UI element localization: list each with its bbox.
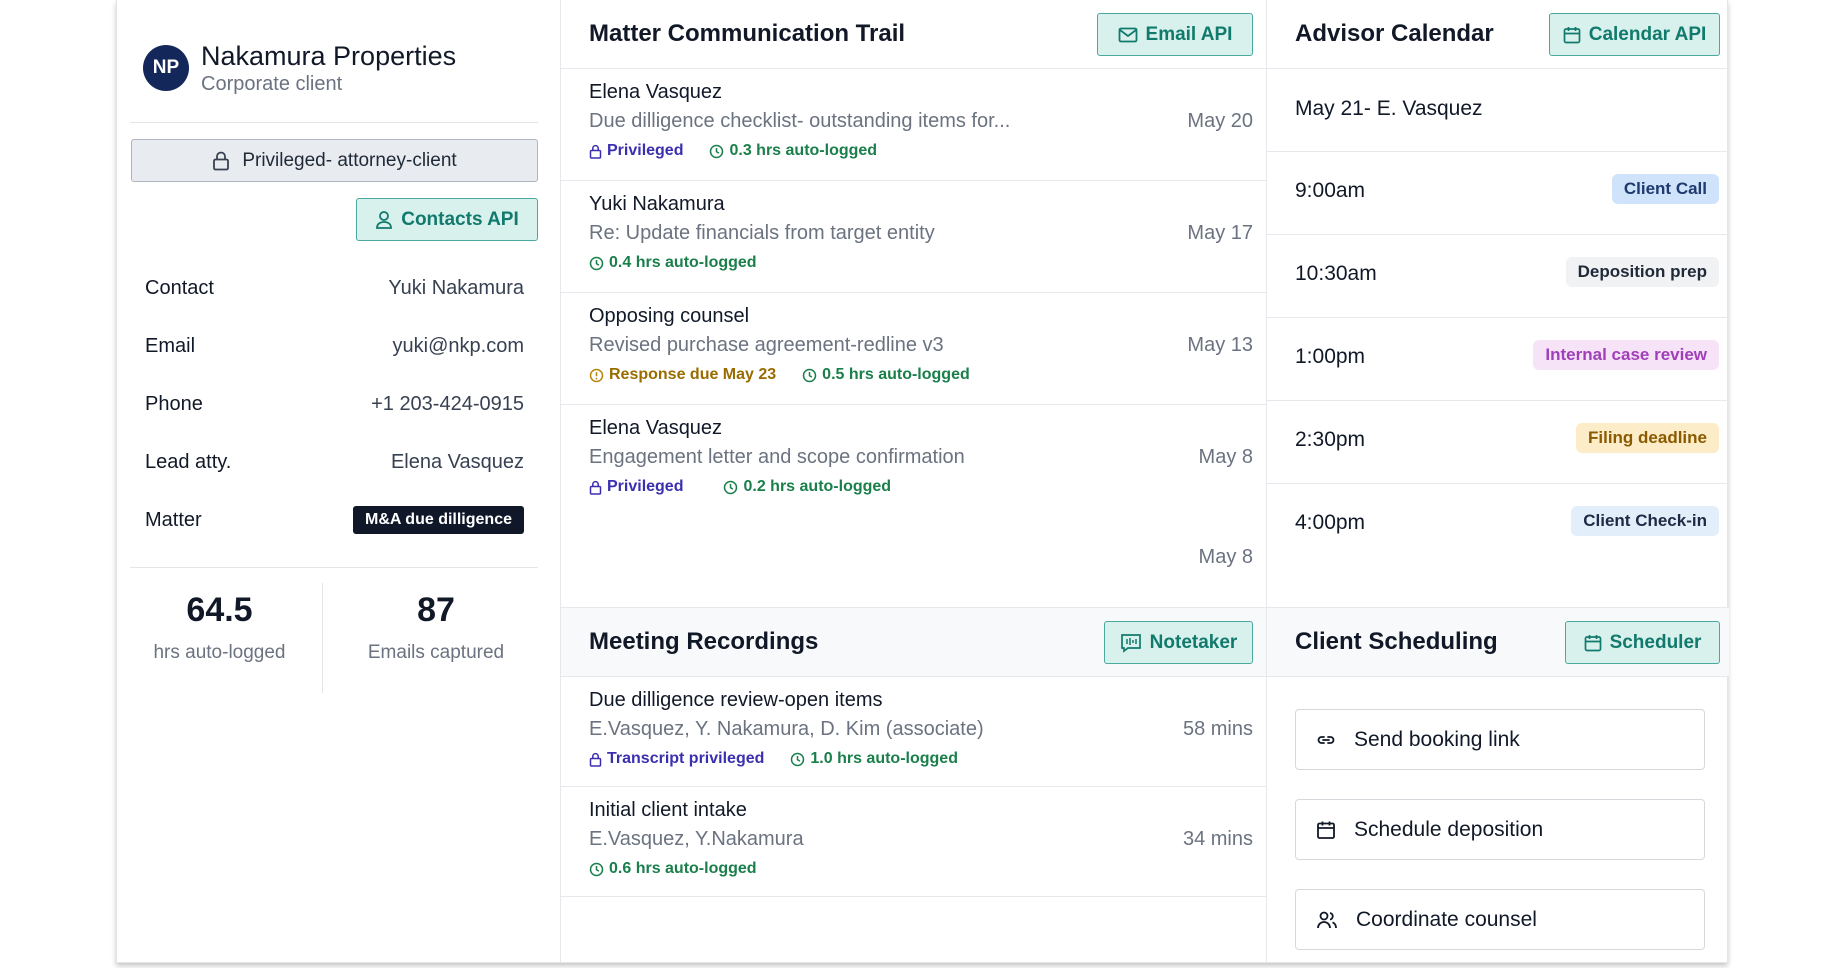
lock-icon bbox=[589, 144, 602, 159]
clock-icon bbox=[709, 144, 724, 159]
mail-icon bbox=[1118, 27, 1138, 43]
scheduler-button[interactable]: Scheduler bbox=[1565, 621, 1720, 664]
transcript-icon bbox=[1120, 633, 1142, 653]
app-frame: NP Nakamura Properties Corporate client … bbox=[116, 0, 1729, 963]
lock-icon bbox=[589, 480, 602, 495]
calendar-icon bbox=[1316, 820, 1336, 840]
calendar-header: Advisor Calendar Calendar API bbox=[1267, 0, 1729, 69]
auto-logged-tag: 0.5 hrs auto-logged bbox=[802, 366, 970, 384]
lock-icon bbox=[589, 752, 602, 767]
auto-logged-tag: 1.0 hrs auto-logged bbox=[790, 750, 958, 768]
clock-icon bbox=[723, 480, 738, 495]
users-icon bbox=[1316, 910, 1338, 930]
calendar-event[interactable]: 2:30pm Filing deadline bbox=[1267, 401, 1729, 484]
client-name: Nakamura Properties bbox=[201, 41, 457, 71]
communication-header: Matter Communication Trail Email API bbox=[561, 0, 1266, 69]
clock-icon bbox=[589, 256, 604, 271]
calendar-event[interactable]: 10:30am Deposition prep bbox=[1267, 235, 1729, 318]
privilege-label: Privileged- attorney-client bbox=[242, 149, 457, 171]
contacts-api-button[interactable]: Contacts API bbox=[356, 198, 538, 241]
event-badge[interactable]: Client Check-in bbox=[1571, 506, 1719, 536]
calendar-icon bbox=[1563, 26, 1581, 44]
coordinate-counsel-button[interactable]: Coordinate counsel bbox=[1295, 889, 1705, 950]
stat-hours: 64.5 hrs auto-logged bbox=[153, 591, 286, 663]
phone-link[interactable]: +1 203-424-0915 bbox=[371, 393, 524, 416]
field-phone: Phone +1 203-424-0915 bbox=[145, 392, 524, 416]
email-item[interactable]: Opposing counsel Revised purchase agreem… bbox=[561, 293, 1266, 405]
schedule-deposition-button[interactable]: Schedule deposition bbox=[1295, 799, 1705, 860]
recording-item[interactable]: Due dilligence review-open items E.Vasqu… bbox=[561, 677, 1266, 787]
event-badge[interactable]: Filing deadline bbox=[1575, 423, 1719, 453]
email-item[interactable]: Elena Vasquez Due dilligence checklist- … bbox=[561, 69, 1266, 181]
privileged-tag: Privileged bbox=[589, 478, 683, 496]
auto-logged-tag: 0.3 hrs auto-logged bbox=[709, 142, 877, 160]
calendar-api-button[interactable]: Calendar API bbox=[1549, 13, 1720, 56]
notetaker-button[interactable]: Notetaker bbox=[1104, 621, 1253, 664]
section-title: Matter Communication Trail bbox=[589, 20, 906, 47]
scheduling-header: Client Scheduling Scheduler bbox=[1267, 608, 1729, 677]
calendar-date: May 21- E. Vasquez bbox=[1295, 97, 1483, 120]
privileged-tag: Privileged bbox=[589, 142, 683, 160]
event-badge[interactable]: Internal case review bbox=[1533, 340, 1719, 370]
event-badge[interactable]: Client Call bbox=[1611, 174, 1719, 204]
clock-icon bbox=[802, 368, 817, 383]
field-email: Email yuki@nkp.com bbox=[145, 334, 524, 358]
calendar-icon bbox=[1584, 634, 1602, 652]
email-item[interactable]: Yuki Nakamura Re: Update financials from… bbox=[561, 181, 1266, 293]
client-header: NP Nakamura Properties Corporate client bbox=[143, 40, 456, 96]
calendar-date-row: May 21- E. Vasquez bbox=[1267, 69, 1729, 152]
send-booking-link-button[interactable]: Send booking link bbox=[1295, 709, 1705, 770]
trailing-date: May 8 bbox=[1198, 546, 1253, 568]
privilege-badge[interactable]: Privileged- attorney-client bbox=[131, 139, 538, 182]
dashboard-grid: NP Nakamura Properties Corporate client … bbox=[117, 0, 1729, 962]
calendar-panel: Advisor Calendar Calendar API May 21- E.… bbox=[1267, 0, 1729, 962]
auto-logged-tag: 0.4 hrs auto-logged bbox=[589, 254, 757, 272]
clock-icon bbox=[790, 752, 805, 767]
recordings-header: Meeting Recordings Notetaker bbox=[561, 608, 1266, 677]
matter-badge: M&A due dilligence bbox=[353, 506, 524, 534]
client-panel: NP Nakamura Properties Corporate client … bbox=[117, 0, 561, 962]
clock-icon bbox=[589, 862, 604, 877]
email-api-button[interactable]: Email API bbox=[1097, 13, 1253, 56]
avatar: NP bbox=[143, 45, 189, 91]
contacts-api-label: Contacts API bbox=[401, 208, 519, 230]
client-type: Corporate client bbox=[201, 73, 343, 95]
auto-logged-tag: 0.2 hrs auto-logged bbox=[723, 478, 891, 496]
calendar-event[interactable]: 1:00pm Internal case review bbox=[1267, 318, 1729, 401]
link-icon bbox=[1316, 730, 1336, 750]
event-badge[interactable]: Deposition prep bbox=[1565, 257, 1719, 287]
lock-icon bbox=[212, 151, 230, 171]
email-item[interactable]: Elena Vasquez Engagement letter and scop… bbox=[561, 405, 1266, 608]
section-title: Client Scheduling bbox=[1295, 628, 1498, 655]
field-contact: Contact Yuki Nakamura bbox=[145, 276, 524, 299]
privileged-tag: Transcript privileged bbox=[589, 750, 764, 768]
user-icon bbox=[375, 210, 393, 230]
section-title: Advisor Calendar bbox=[1295, 20, 1494, 47]
response-due-tag: Response due May 23 bbox=[589, 366, 776, 384]
field-lead-attorney: Lead atty. Elena Vasquez bbox=[145, 450, 524, 473]
calendar-event[interactable]: 4:00pm Client Check-in bbox=[1267, 484, 1729, 608]
recording-item[interactable]: Initial client intake E.Vasquez, Y.Nakam… bbox=[561, 787, 1266, 897]
auto-logged-tag: 0.6 hrs auto-logged bbox=[589, 860, 757, 878]
email-link[interactable]: yuki@nkp.com bbox=[393, 335, 524, 358]
stat-emails: 87 Emails captured bbox=[367, 591, 505, 663]
divider bbox=[130, 122, 538, 123]
calendar-event[interactable]: 9:00am Client Call bbox=[1267, 152, 1729, 235]
section-title: Meeting Recordings bbox=[589, 628, 819, 655]
divider bbox=[130, 567, 538, 568]
field-matter: Matter M&A due dilligence bbox=[145, 505, 524, 535]
communication-panel: Matter Communication Trail Email API Ele… bbox=[561, 0, 1267, 962]
alert-icon bbox=[589, 368, 604, 383]
